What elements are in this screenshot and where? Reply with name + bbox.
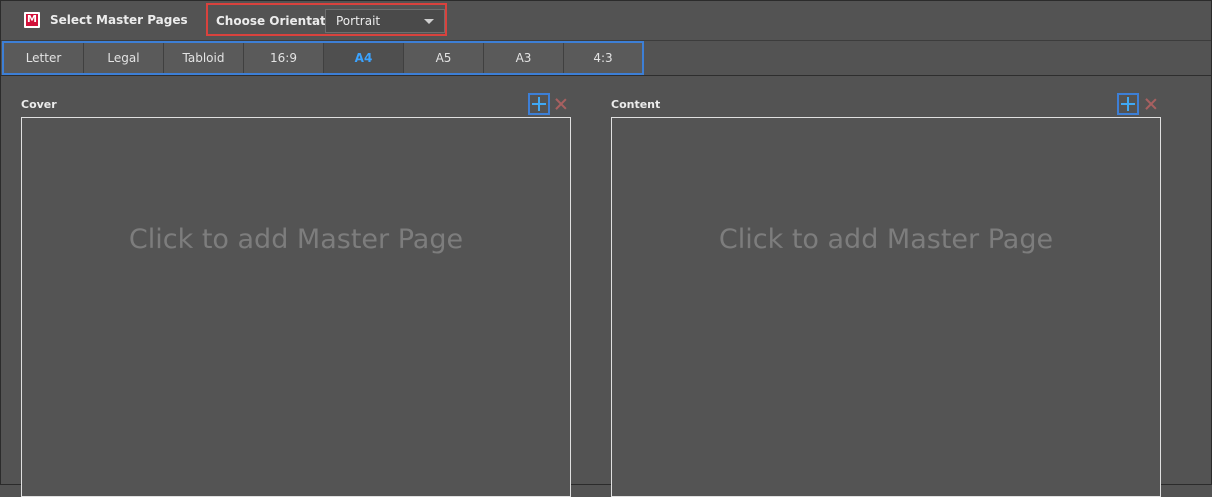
tab-a4[interactable]: A4	[324, 43, 404, 73]
orientation-group: Choose Orientation Portrait	[206, 3, 447, 36]
app-logo-icon: M	[24, 12, 40, 28]
page-size-tabs: Letter Legal Tabloid 16:9 A4 A5 A3 4:3	[2, 41, 644, 75]
plus-icon	[532, 97, 546, 111]
tab-letter[interactable]: Letter	[4, 43, 84, 73]
cover-add-button[interactable]	[528, 93, 550, 115]
content-remove-icon[interactable]	[1145, 98, 1157, 110]
plus-icon	[1121, 97, 1135, 111]
content-master-page-area[interactable]: Click to add Master Page	[611, 117, 1161, 497]
tab-legal[interactable]: Legal	[84, 43, 164, 73]
content-panel-label: Content	[611, 98, 661, 111]
cover-master-page-area[interactable]: Click to add Master Page	[21, 117, 571, 497]
logo-letter: M	[26, 14, 38, 26]
page-size-tabbar: Letter Legal Tabloid 16:9 A4 A5 A3 4:3	[1, 41, 1211, 76]
tab-a5[interactable]: A5	[404, 43, 484, 73]
chevron-down-icon	[424, 19, 434, 24]
tab-a3[interactable]: A3	[484, 43, 564, 73]
orientation-dropdown[interactable]: Portrait	[325, 9, 445, 33]
content-add-button[interactable]	[1117, 93, 1139, 115]
toolbar: M Select Master Pages Choose Orientation…	[1, 1, 1211, 41]
content-placeholder-text: Click to add Master Page	[718, 224, 1054, 255]
orientation-selected-value: Portrait	[336, 14, 381, 28]
cover-remove-icon[interactable]	[555, 98, 567, 110]
tab-tabloid[interactable]: Tabloid	[164, 43, 244, 73]
cover-placeholder-text: Click to add Master Page	[128, 224, 464, 255]
tab-4-3[interactable]: 4:3	[564, 43, 642, 73]
cover-panel-label: Cover	[21, 98, 57, 111]
tab-16-9[interactable]: 16:9	[244, 43, 324, 73]
dialog-title: Select Master Pages	[50, 13, 188, 27]
